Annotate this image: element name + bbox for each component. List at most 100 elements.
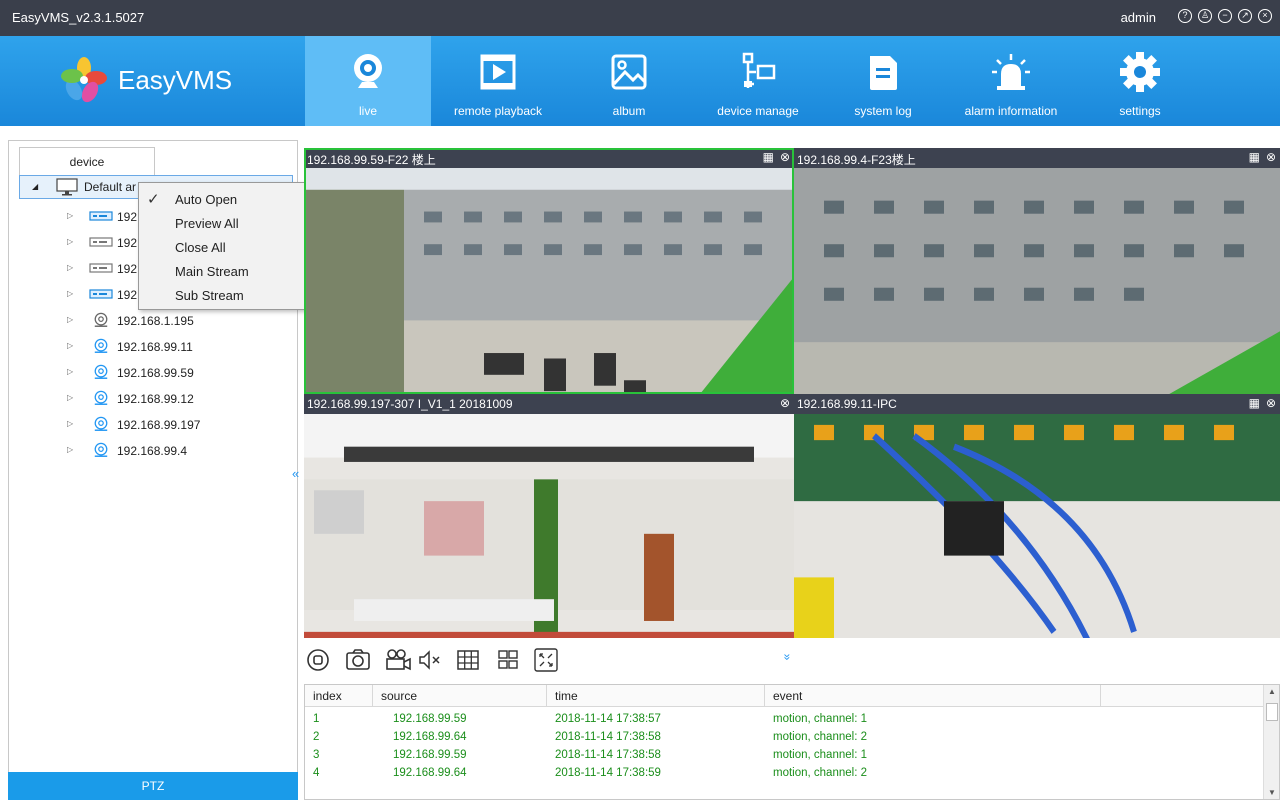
- menu-item-label: Auto Open: [175, 192, 238, 207]
- collapsed-arrow-icon[interactable]: ▷: [67, 289, 73, 298]
- collapsed-arrow-icon[interactable]: ▷: [67, 445, 73, 454]
- menu-item-close-all[interactable]: Close All: [139, 235, 317, 259]
- nav-tab-remote-playback[interactable]: remote playback: [431, 36, 565, 126]
- restore-icon[interactable]: ↗: [1238, 9, 1252, 23]
- nav-tab-alarm-information[interactable]: alarm information: [943, 36, 1079, 126]
- close-icon[interactable]: ×: [1258, 9, 1272, 23]
- layout-icon[interactable]: ▦: [763, 150, 774, 164]
- tree-item-label: 192.168.99.12: [117, 392, 194, 406]
- ptz-button[interactable]: PTZ: [8, 772, 298, 800]
- collapsed-arrow-icon[interactable]: ▷: [67, 237, 73, 246]
- collapsed-arrow-icon[interactable]: ▷: [67, 263, 73, 272]
- table-row[interactable]: 1 192.168.99.59 2018-11-14 17:38:57 moti…: [305, 711, 1265, 729]
- tree-item[interactable]: ▷ 192.168.99.4: [9, 437, 299, 463]
- tree-item[interactable]: ▷ 192.168.1.195: [9, 307, 299, 333]
- tree-item-label: 192: [117, 210, 138, 224]
- snapshot-icon[interactable]: [344, 644, 372, 676]
- column-header-time[interactable]: time: [547, 685, 765, 707]
- monitor-icon: [56, 178, 78, 196]
- alarm-light-icon: [992, 54, 1030, 90]
- expand-panel-icon[interactable]: »: [780, 654, 794, 661]
- nav-label: album: [612, 104, 646, 118]
- cell-time: 2018-11-14 17:38:58: [555, 731, 661, 743]
- collapsed-arrow-icon[interactable]: ▷: [67, 211, 73, 220]
- column-header-index[interactable]: index: [305, 685, 373, 707]
- camera-icon: [354, 54, 382, 88]
- column-header-event[interactable]: event: [765, 685, 1101, 707]
- stop-icon[interactable]: [304, 644, 332, 676]
- menu-item-auto-open[interactable]: ✓ Auto Open: [139, 187, 317, 211]
- nav-tab-live[interactable]: live: [305, 36, 431, 126]
- video-header: 192.168.99.197-307 I_V1_1 20181009 ⊗: [304, 394, 794, 414]
- tree-item[interactable]: ▷ 192.168.99.12: [9, 385, 299, 411]
- table-row[interactable]: 2 192.168.99.64 2018-11-14 17:38:58 moti…: [305, 729, 1265, 747]
- menu-item-label: Sub Stream: [175, 288, 244, 303]
- close-video-icon[interactable]: ⊗: [780, 150, 790, 164]
- nav-label: settings: [1119, 104, 1161, 118]
- nav-tab-settings[interactable]: settings: [1079, 36, 1201, 126]
- video-pane[interactable]: 192.168.99.4-F23楼上 ▦ ⊗: [794, 148, 1280, 394]
- collapsed-arrow-icon[interactable]: ▷: [67, 367, 73, 376]
- video-pane[interactable]: 192.168.99.197-307 I_V1_1 20181009 ⊗: [304, 394, 794, 638]
- event-table: index source time event 1 192.168.99.59 …: [304, 684, 1280, 800]
- nav-tab-album[interactable]: album: [565, 36, 693, 126]
- fullscreen-icon[interactable]: [532, 644, 560, 676]
- menu-item-label: Preview All: [175, 216, 239, 231]
- table-scrollbar[interactable]: ▲ ▼: [1263, 685, 1279, 799]
- playback-icon: [480, 54, 516, 90]
- video-pane[interactable]: 192.168.99.59-F22 楼上 ▦ ⊗: [304, 148, 794, 394]
- minimize-icon[interactable]: −: [1218, 9, 1232, 23]
- menu-item-preview-all[interactable]: Preview All: [139, 211, 317, 235]
- close-video-icon[interactable]: ⊗: [780, 396, 790, 410]
- video-header: 192.168.99.59-F22 楼上 ▦ ⊗: [304, 148, 794, 168]
- table-row[interactable]: 4 192.168.99.64 2018-11-14 17:38:59 moti…: [305, 765, 1265, 783]
- video-feed-image: [304, 414, 794, 638]
- tree-item[interactable]: ▷ 192.168.99.197: [9, 411, 299, 437]
- table-row[interactable]: 3 192.168.99.59 2018-11-14 17:38:58 moti…: [305, 747, 1265, 765]
- tree-item[interactable]: ▷ 192.168.99.59: [9, 359, 299, 385]
- layout-icon[interactable]: ▦: [1249, 150, 1260, 164]
- close-video-icon[interactable]: ⊗: [1266, 396, 1276, 410]
- username[interactable]: admin: [1121, 10, 1156, 25]
- grid-4-icon[interactable]: [494, 644, 522, 676]
- scroll-up-icon[interactable]: ▲: [1268, 687, 1276, 696]
- tree-item-label: 192.168.99.197: [117, 418, 201, 432]
- help-icon[interactable]: ?: [1178, 9, 1192, 23]
- collapse-sidebar-icon[interactable]: «: [292, 466, 299, 481]
- menu-item-sub-stream[interactable]: Sub Stream: [139, 283, 317, 307]
- collapsed-arrow-icon[interactable]: ▷: [67, 341, 73, 350]
- user-icon[interactable]: ♙: [1198, 9, 1212, 23]
- tree-item-label: 192: [117, 262, 138, 276]
- tab-device[interactable]: device: [19, 147, 155, 175]
- gear-icon: [1120, 52, 1160, 92]
- video-title: 192.168.99.59-F22 楼上: [307, 153, 436, 167]
- menu-item-label: Close All: [175, 240, 226, 255]
- record-icon[interactable]: [384, 644, 412, 676]
- collapsed-arrow-icon[interactable]: ▷: [67, 419, 73, 428]
- cell-index: 1: [313, 713, 320, 725]
- collapsed-arrow-icon[interactable]: ▷: [67, 393, 73, 402]
- scroll-thumb[interactable]: [1266, 703, 1278, 721]
- expand-arrow-icon[interactable]: ◢: [32, 182, 38, 191]
- scroll-down-icon[interactable]: ▼: [1268, 788, 1276, 797]
- grid-9-icon[interactable]: [454, 644, 482, 676]
- cell-source: 192.168.99.64: [393, 731, 467, 743]
- close-video-icon[interactable]: ⊗: [1266, 150, 1276, 164]
- layout-icon[interactable]: ▦: [1249, 396, 1260, 410]
- cell-index: 2: [313, 731, 320, 743]
- nav-label: system log: [854, 104, 912, 118]
- column-header-source[interactable]: source: [373, 685, 547, 707]
- mute-icon[interactable]: [416, 644, 444, 676]
- tree-item[interactable]: ▷ 192.168.99.11: [9, 333, 299, 359]
- tree-item-label: 192.168.99.4: [117, 444, 188, 458]
- nvr-icon: [89, 289, 113, 299]
- nav-tab-device-manage[interactable]: device manage: [693, 36, 823, 126]
- ip-camera-icon: [94, 416, 108, 431]
- menu-item-main-stream[interactable]: Main Stream: [139, 259, 317, 283]
- nav-tab-system-log[interactable]: system log: [823, 36, 943, 126]
- image-icon: [611, 54, 647, 90]
- main-nav: EasyVMS live remote playback album devic…: [0, 36, 1280, 126]
- collapsed-arrow-icon[interactable]: ▷: [67, 315, 73, 324]
- video-pane[interactable]: 192.168.99.11-IPC ▦ ⊗: [794, 394, 1280, 638]
- nav-label: alarm information: [964, 104, 1058, 118]
